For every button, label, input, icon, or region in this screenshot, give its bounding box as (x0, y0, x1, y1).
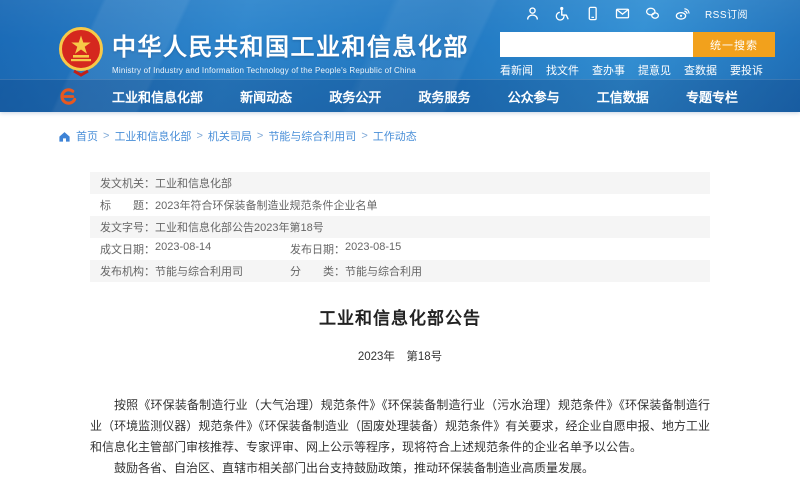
accessibility-icon[interactable] (555, 6, 570, 21)
doc-info-row-issuing-authority: 发文机关： 工业和信息化部 (90, 172, 710, 194)
breadcrumb-energy-dept[interactable]: 节能与综合利用司 (268, 128, 356, 144)
nav-item-gov-disclosure[interactable]: 政务公开 (329, 87, 381, 106)
nav-item-public-participation[interactable]: 公众参与 (508, 87, 560, 106)
doc-info-label: 标 题： (100, 197, 155, 213)
doc-info-label: 发布日期： (290, 241, 345, 257)
user-icon[interactable] (525, 6, 540, 21)
quick-link-complaints[interactable]: 要投诉 (730, 62, 763, 78)
doc-info-label: 发文字号： (100, 219, 155, 235)
doc-info-row-dates: 成文日期： 2023-08-14 发布日期： 2023-08-15 (90, 238, 710, 260)
doc-info-row-publisher-category: 发布机构： 节能与综合利用司 分 类： 节能与综合利用 (90, 260, 710, 282)
doc-info-value: 2023-08-14 (155, 241, 211, 257)
weibo-icon[interactable] (675, 6, 690, 21)
nav-item-ministry[interactable]: 工业和信息化部 (112, 87, 203, 106)
doc-info-row-title: 标 题： 2023年符合环保装备制造业规范条件企业名单 (90, 194, 710, 216)
mail-icon[interactable] (615, 6, 630, 21)
site-subtitle-english: Ministry of Industry and Information Tec… (112, 66, 469, 75)
site-title: 中华人民共和国工业和信息化部 (112, 27, 469, 62)
main-navigation: 工业和信息化部 新闻动态 政务公开 政务服务 公众参与 工信数据 专题专栏 (0, 79, 800, 112)
national-emblem (58, 25, 104, 77)
doc-info-row-doc-number: 发文字号： 工业和信息化部公告2023年第18号 (90, 216, 710, 238)
breadcrumb-separator: > (196, 130, 202, 142)
nav-item-data[interactable]: 工信数据 (597, 87, 649, 106)
quick-link-services[interactable]: 查办事 (592, 62, 625, 78)
breadcrumb-separator: > (257, 130, 263, 142)
doc-info-label: 发布机构： (100, 263, 155, 279)
nav-item-special-topics[interactable]: 专题专栏 (686, 87, 738, 106)
nav-item-gov-services[interactable]: 政务服务 (418, 87, 470, 106)
breadcrumb-ministry[interactable]: 工业和信息化部 (114, 128, 191, 144)
doc-info-value: 节能与综合利用 (345, 263, 422, 279)
search-area: 统一搜索 (500, 32, 775, 57)
doc-info-label: 发文机关： (100, 175, 155, 191)
article-title: 工业和信息化部公告 (90, 304, 710, 329)
doc-info-value: 工业和信息化部 (155, 175, 232, 191)
quick-link-news[interactable]: 看新闻 (500, 62, 533, 78)
quick-link-data[interactable]: 查数据 (684, 62, 717, 78)
doc-info-label: 成文日期： (100, 241, 155, 257)
breadcrumb-departments[interactable]: 机关司局 (208, 128, 252, 144)
rss-subscribe-link[interactable]: RSS订阅 (705, 6, 748, 21)
article-body: 按照《环保装备制造行业（大气治理）规范条件》《环保装备制造行业（污水治理）规范条… (90, 395, 710, 479)
breadcrumb-separator: > (361, 130, 367, 142)
quick-link-opinions[interactable]: 提意见 (638, 62, 671, 78)
home-icon[interactable] (58, 130, 71, 143)
article-paragraph: 按照《环保装备制造行业（大气治理）规范条件》《环保装备制造行业（污水治理）规范条… (90, 395, 710, 458)
search-input[interactable] (500, 32, 693, 57)
doc-info-value: 2023-08-15 (345, 241, 401, 257)
breadcrumb-home[interactable]: 首页 (76, 128, 98, 144)
miit-logo-icon[interactable] (57, 86, 78, 107)
quick-link-documents[interactable]: 找文件 (546, 62, 579, 78)
search-button[interactable]: 统一搜索 (693, 32, 775, 57)
breadcrumb-current-page: 工作动态 (373, 128, 417, 144)
doc-info-value: 工业和信息化部公告2023年第18号 (155, 219, 324, 235)
nav-items: 工业和信息化部 新闻动态 政务公开 政务服务 公众参与 工信数据 专题专栏 (0, 87, 800, 106)
article-issue-number: 2023年 第18号 (90, 348, 710, 364)
wechat-icon[interactable] (645, 6, 660, 21)
nav-item-news[interactable]: 新闻动态 (240, 87, 292, 106)
doc-info-label: 分 类： (290, 263, 345, 279)
search-quick-links: 看新闻 找文件 查办事 提意见 查数据 要投诉 (500, 62, 763, 78)
doc-info-value: 2023年符合环保装备制造业规范条件企业名单 (155, 197, 377, 213)
topbar-utility-icons: RSS订阅 (525, 6, 748, 21)
document-info-table: 发文机关： 工业和信息化部 标 题： 2023年符合环保装备制造业规范条件企业名… (90, 172, 710, 282)
site-title-block[interactable]: 中华人民共和国工业和信息化部 Ministry of Industry and … (112, 27, 469, 75)
doc-info-value: 节能与综合利用司 (155, 263, 243, 279)
mobile-icon[interactable] (585, 6, 600, 21)
article-paragraph: 鼓励各省、自治区、直辖市相关部门出台支持鼓励政策，推动环保装备制造业高质量发展。 (90, 458, 710, 479)
breadcrumb-separator: > (103, 130, 109, 142)
breadcrumb: 首页 > 工业和信息化部 > 机关司局 > 节能与综合利用司 > 工作动态 (0, 112, 800, 144)
article-content: 工业和信息化部公告 2023年 第18号 按照《环保装备制造行业（大气治理）规范… (90, 304, 710, 479)
site-header: RSS订阅 中华人民共和国工业和信息化部 Ministry of Industr… (0, 0, 800, 112)
